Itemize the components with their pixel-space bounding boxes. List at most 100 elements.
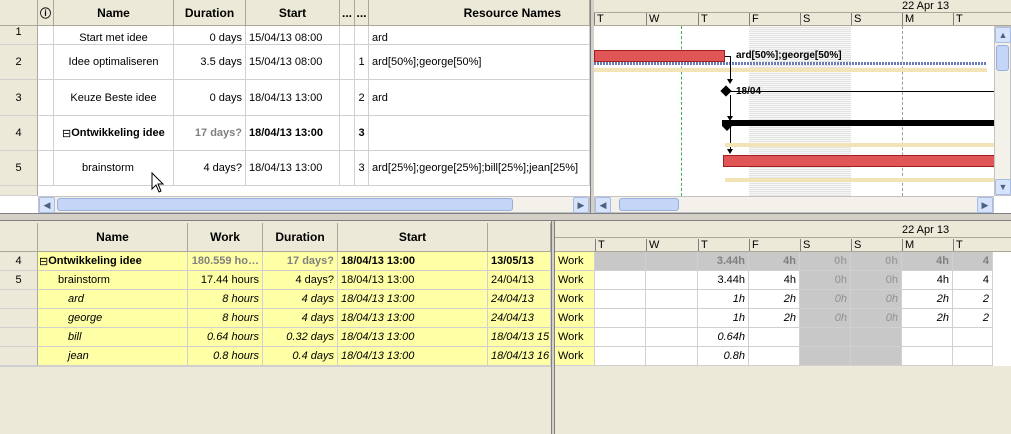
assignment-name[interactable]: bill (38, 328, 188, 347)
work-cell[interactable]: 0h (800, 271, 851, 290)
work-cell[interactable] (953, 347, 993, 366)
task-start[interactable]: 15/04/13 08:00 (246, 26, 340, 45)
view-split-bar[interactable] (0, 213, 1011, 221)
task-duration[interactable]: 17 days? (174, 116, 246, 151)
task-work[interactable]: 17.44 hours (188, 271, 263, 290)
task-col1[interactable] (340, 151, 355, 186)
work-cell[interactable]: 2h (902, 290, 953, 309)
work-cell[interactable]: 1h (698, 290, 749, 309)
assignment-work[interactable]: 8 hours (188, 309, 263, 328)
work-cell[interactable] (902, 347, 953, 366)
work-cell[interactable]: 4h (902, 252, 953, 271)
work-column-header[interactable]: Work (188, 223, 263, 252)
work-cell[interactable]: 4 (953, 271, 993, 290)
work-cell[interactable]: 3.44h (698, 271, 749, 290)
scroll-down-arrow-icon[interactable]: ▼ (995, 179, 1011, 195)
assignment-duration[interactable]: 0.4 days (263, 347, 338, 366)
work-cell[interactable] (646, 290, 698, 309)
task-duration[interactable]: 0 days (174, 80, 246, 116)
assignment-finish[interactable]: 24/04/13 (488, 309, 551, 328)
work-cell[interactable]: 3.44h (698, 252, 749, 271)
assignment-name[interactable]: ard (38, 290, 188, 309)
summary-task-bar[interactable] (722, 120, 1011, 126)
scroll-up-arrow-icon[interactable]: ▲ (995, 27, 1011, 43)
work-cell[interactable]: 0.64h (698, 328, 749, 347)
work-cell[interactable] (646, 309, 698, 328)
collapse-icon[interactable]: ⊟ (62, 127, 71, 140)
work-cell[interactable]: 2 (953, 309, 993, 328)
task-name[interactable]: Keuze Beste idee (54, 80, 174, 116)
work-cell[interactable]: 0.8h (698, 347, 749, 366)
task-duration[interactable]: 4 days? (174, 151, 246, 186)
work-cell[interactable] (646, 252, 698, 271)
start-column-header[interactable]: Start (246, 0, 340, 26)
task-resources[interactable]: ard (369, 80, 590, 116)
assignment-duration[interactable]: 4 days (263, 309, 338, 328)
work-cell[interactable] (800, 328, 851, 347)
work-cell[interactable] (595, 328, 646, 347)
task-resources[interactable] (369, 116, 590, 151)
work-cell[interactable]: 0h (851, 271, 902, 290)
scroll-thumb[interactable] (996, 45, 1009, 71)
task-duration[interactable]: 0 days (174, 26, 246, 45)
scroll-thumb[interactable] (57, 198, 513, 211)
work-cell[interactable] (749, 328, 800, 347)
work-cell[interactable]: 4h (749, 271, 800, 290)
task-col2[interactable] (355, 26, 369, 45)
task-start[interactable]: 18/04/13 13:00 (246, 116, 340, 151)
work-cell[interactable]: 2h (902, 309, 953, 328)
work-cell[interactable]: 4h (749, 252, 800, 271)
assignment-duration[interactable]: 4 days (263, 290, 338, 309)
row-number[interactable]: 4 (0, 116, 38, 151)
row-number[interactable]: 5 (0, 271, 38, 290)
work-cell[interactable]: 0h (851, 309, 902, 328)
assignment-start[interactable]: 18/04/13 13:00 (338, 290, 488, 309)
scroll-left-arrow-icon[interactable]: ◀ (595, 197, 611, 213)
work-cell[interactable] (902, 328, 953, 347)
task-col1[interactable] (340, 26, 355, 45)
task-predecessor[interactable]: 3 (355, 151, 369, 186)
work-cell[interactable]: 1h (698, 309, 749, 328)
task-duration[interactable]: 17 days? (263, 252, 338, 271)
work-cell[interactable] (595, 252, 646, 271)
name-column-header[interactable]: Name (38, 223, 188, 252)
duration-column-header[interactable]: Duration (263, 223, 338, 252)
task-predecessor[interactable]: 2 (355, 80, 369, 116)
row-number[interactable] (0, 347, 38, 366)
start-column-header[interactable]: Start (338, 223, 488, 252)
assignment-work[interactable]: 0.64 hours (188, 328, 263, 347)
work-cell[interactable] (851, 328, 902, 347)
duration-column-header[interactable]: Duration (174, 0, 246, 26)
name-column-header[interactable]: Name (54, 0, 174, 26)
task-name[interactable]: brainstorm (38, 271, 188, 290)
row-number[interactable]: 4 (0, 252, 38, 271)
task-name[interactable]: Start met idee (54, 26, 174, 45)
gantt-vertical-scrollbar[interactable]: ▲ ▼ (994, 26, 1011, 196)
task-resources[interactable]: ard[50%];george[50%] (369, 45, 590, 80)
scroll-left-arrow-icon[interactable]: ◀ (39, 197, 55, 213)
work-cell[interactable] (646, 347, 698, 366)
work-cell[interactable]: 0h (851, 290, 902, 309)
task-duration[interactable]: 3.5 days (174, 45, 246, 80)
row-number[interactable]: 3 (0, 80, 38, 116)
task-resources[interactable]: ard (369, 26, 590, 45)
task-start[interactable]: 18/04/13 13:00 (246, 151, 340, 186)
task-predecessor[interactable]: 1 (355, 45, 369, 80)
work-cell[interactable] (646, 271, 698, 290)
scroll-right-arrow-icon[interactable]: ▶ (977, 197, 993, 213)
work-cell[interactable]: 2 (953, 290, 993, 309)
task-work[interactable]: 180.559 ho… (188, 252, 263, 271)
work-cell[interactable]: 2h (749, 290, 800, 309)
work-cell[interactable] (646, 328, 698, 347)
row-number[interactable] (0, 290, 38, 309)
summary-task-name[interactable]: ⊟ Ontwikkeling idee (54, 116, 174, 151)
assignment-work[interactable]: 0.8 hours (188, 347, 263, 366)
work-cell[interactable]: 4h (902, 271, 953, 290)
scroll-thumb[interactable] (619, 198, 679, 211)
work-cell[interactable] (851, 347, 902, 366)
task-bar-idee-optimaliseren[interactable] (594, 50, 725, 62)
assignment-name[interactable]: jean (38, 347, 188, 366)
assignment-finish[interactable]: 18/04/13 15 (488, 328, 551, 347)
work-cell[interactable] (595, 309, 646, 328)
scroll-right-arrow-icon[interactable]: ▶ (573, 197, 589, 213)
